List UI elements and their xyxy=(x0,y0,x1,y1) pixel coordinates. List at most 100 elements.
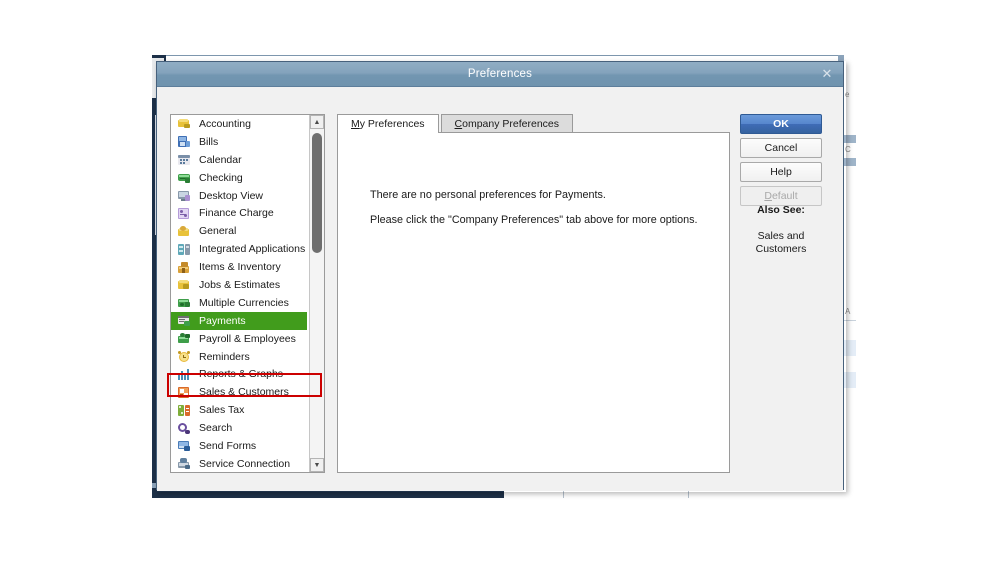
tab-company-preferences-label: ompany Preferences xyxy=(462,118,560,130)
tab-my-preferences[interactable]: My Preferences xyxy=(337,114,439,133)
background-chip-bottom xyxy=(844,158,856,166)
sidebar-item-label: Sales & Customers xyxy=(199,386,289,399)
sidebar-item-label: Send Forms xyxy=(199,439,257,452)
sidebar-item-label: Calendar xyxy=(199,153,242,166)
also-see-section: Also See: Sales and Customers xyxy=(740,204,822,256)
sidebar-item-payments[interactable]: Payments xyxy=(171,311,307,330)
sidebar-item-label: Integrated Applications xyxy=(199,243,306,256)
multiple-currencies-icon xyxy=(177,296,191,309)
preferences-tabs: My Preferences Company Preferences xyxy=(337,114,574,133)
panel-message-line2: Please click the "Company Preferences" t… xyxy=(370,214,698,226)
sidebar-item-reports-graphs[interactable]: Reports & Graphs xyxy=(171,365,309,383)
also-see-link-sales-and-customers[interactable]: Sales and Customers xyxy=(740,230,822,256)
background-row-a xyxy=(844,340,856,356)
service-connection-icon xyxy=(177,457,191,470)
sidebar-item-accounting[interactable]: Accounting xyxy=(171,115,309,133)
preferences-dialog: Preferences ✕ Accounting Bills Calendar Che… xyxy=(156,61,844,491)
sidebar-item-label: Service Connection xyxy=(199,457,291,470)
ok-button[interactable]: OK xyxy=(740,114,822,134)
sidebar-item-sales-customers[interactable]: Sales & Customers xyxy=(171,383,309,401)
sales-customers-icon xyxy=(177,386,191,399)
cancel-button[interactable]: Cancel xyxy=(740,138,822,158)
background-row-b xyxy=(844,372,856,388)
sidebar-item-label: Reminders xyxy=(199,350,250,363)
sidebar-item-sales-tax[interactable]: Sales Tax xyxy=(171,401,309,419)
sidebar-item-checking[interactable]: Checking xyxy=(171,169,309,187)
sidebar-item-reminders[interactable]: Reminders xyxy=(171,348,309,366)
tab-company-preferences[interactable]: Company Preferences xyxy=(440,114,574,133)
dialog-title: Preferences xyxy=(467,68,533,80)
category-list-items: Accounting Bills Calendar Checking Desktop V… xyxy=(171,115,309,472)
desktop-view-icon xyxy=(177,189,191,202)
accounting-icon xyxy=(177,117,191,130)
background-divider xyxy=(844,320,856,321)
category-list-scrollbar[interactable]: ▲ ▼ xyxy=(309,115,324,472)
general-icon xyxy=(177,225,191,238)
sidebar-item-calendar[interactable]: Calendar xyxy=(171,151,309,169)
sidebar-item-label: Search xyxy=(199,422,233,435)
integrated-applications-icon xyxy=(177,243,191,256)
sidebar-item-label: Desktop View xyxy=(199,189,264,202)
reports-graphs-icon xyxy=(177,368,191,381)
search-icon xyxy=(177,422,191,435)
sidebar-item-label: General xyxy=(199,225,237,238)
background-chip-top xyxy=(844,135,856,143)
jobs-estimates-icon xyxy=(177,278,191,291)
checking-icon xyxy=(177,171,191,184)
also-see-title: Also See: xyxy=(757,204,805,216)
sidebar-item-payroll-employees[interactable]: Payroll & Employees xyxy=(171,330,309,348)
send-forms-icon xyxy=(177,439,191,452)
sidebar-item-label: Finance Charge xyxy=(199,207,274,220)
sidebar-item-label: Multiple Currencies xyxy=(199,296,289,309)
background-right-panel xyxy=(844,55,856,495)
dialog-body: Accounting Bills Calendar Checking Desktop V… xyxy=(157,87,843,491)
sidebar-item-finance-charge[interactable]: Finance Charge xyxy=(171,204,309,222)
sidebar-item-desktop-view[interactable]: Desktop View xyxy=(171,187,309,205)
also-see-link-line1: Sales and xyxy=(757,230,805,242)
bills-icon xyxy=(177,135,191,148)
scrollbar-thumb[interactable] xyxy=(312,133,322,253)
sidebar-item-label: Items & Inventory xyxy=(199,261,281,274)
sidebar-item-search[interactable]: Search xyxy=(171,419,309,437)
sidebar-item-general[interactable]: General xyxy=(171,222,309,240)
dialog-titlebar: Preferences ✕ xyxy=(157,62,843,87)
tab-company-preferences-accel: C xyxy=(454,118,463,130)
background-faint-glyph-b: C xyxy=(845,145,851,154)
also-see-link-line2: Customers xyxy=(755,243,807,255)
tab-my-preferences-label: y Preferences xyxy=(359,118,425,130)
sidebar-item-label: Payments xyxy=(199,314,246,327)
sidebar-item-label: Payroll & Employees xyxy=(199,332,296,345)
sidebar-item-label: Checking xyxy=(199,171,243,184)
preference-category-list[interactable]: Accounting Bills Calendar Checking Desktop V… xyxy=(170,114,325,473)
sidebar-item-label: Bills xyxy=(199,135,219,148)
sidebar-item-bills[interactable]: Bills xyxy=(171,133,309,151)
items-inventory-icon xyxy=(177,261,191,274)
payments-icon xyxy=(177,314,191,327)
sidebar-item-label: Jobs & Estimates xyxy=(199,278,281,291)
sidebar-item-items-inventory[interactable]: Items & Inventory xyxy=(171,258,309,276)
panel-message-line1: There are no personal preferences for Pa… xyxy=(370,189,606,201)
default-button: Default xyxy=(740,186,822,206)
finance-charge-icon xyxy=(177,207,191,220)
scroll-down-icon[interactable]: ▼ xyxy=(310,458,324,472)
default-button-label: efault xyxy=(771,190,798,202)
sidebar-item-multiple-currencies[interactable]: Multiple Currencies xyxy=(171,294,309,312)
screen: e C A Preferences ✕ Accounting Bills Calen… xyxy=(0,0,999,562)
tab-my-preferences-accel: M xyxy=(351,118,360,130)
sidebar-item-send-forms[interactable]: Send Forms xyxy=(171,437,309,455)
preferences-panel: There are no personal preferences for Pa… xyxy=(337,132,730,473)
sidebar-item-integrated-applications[interactable]: Integrated Applications xyxy=(171,240,309,258)
default-button-accel: D xyxy=(764,190,772,202)
sales-tax-icon xyxy=(177,404,191,417)
payroll-employees-icon xyxy=(177,332,191,345)
sidebar-item-jobs-estimates[interactable]: Jobs & Estimates xyxy=(171,276,309,294)
scroll-up-icon[interactable]: ▲ xyxy=(310,115,324,129)
help-button[interactable]: Help xyxy=(740,162,822,182)
sidebar-item-label: Sales Tax xyxy=(199,404,245,417)
background-faint-glyph-a: e xyxy=(845,90,850,99)
sidebar-item-label: Accounting xyxy=(199,117,251,130)
calendar-icon xyxy=(177,153,191,166)
close-icon[interactable]: ✕ xyxy=(819,66,835,82)
sidebar-item-label: Reports & Graphs xyxy=(199,368,284,381)
sidebar-item-service-connection[interactable]: Service Connection xyxy=(171,455,309,472)
